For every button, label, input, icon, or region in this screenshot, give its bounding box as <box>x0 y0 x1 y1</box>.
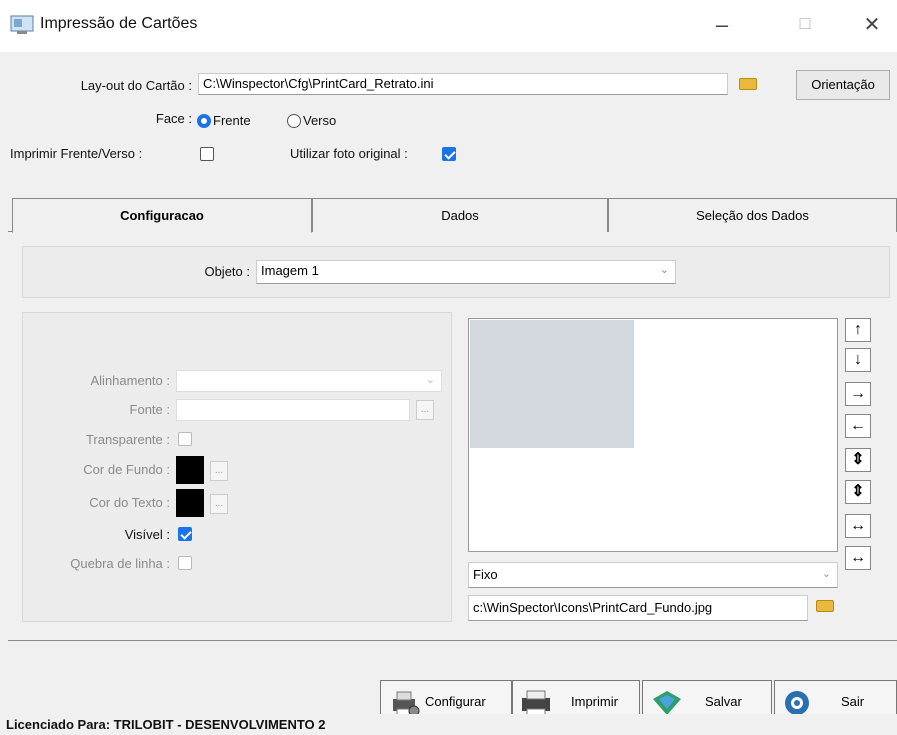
move-down-button[interactable]: ↓ <box>845 348 871 372</box>
chevron-down-icon: ⌄ <box>425 374 435 386</box>
move-right-button[interactable]: → <box>845 382 871 406</box>
exit-icon <box>785 691 809 715</box>
shrink-vertical-button[interactable]: ⇕ <box>845 480 871 504</box>
font-picker-button[interactable]: ... <box>416 400 434 420</box>
expand-horizontal-button[interactable]: ↔ <box>845 514 871 538</box>
visible-checkbox[interactable] <box>178 527 192 541</box>
bg-color-swatch[interactable] <box>176 456 204 484</box>
window-title: Impressão de Cartões <box>40 15 198 32</box>
position-mode-value: Fixo <box>473 567 498 582</box>
visible-label: Visível : <box>124 527 170 542</box>
close-button[interactable]: ✕ <box>852 10 892 40</box>
tab-selecao-dados[interactable]: Seleção dos Dados <box>608 198 897 232</box>
license-text: Licenciado Para: TRILOBIT - DESENVOLVIME… <box>6 717 326 732</box>
shrink-horizontal-button[interactable]: ↔ <box>845 546 871 570</box>
tab-dados[interactable]: Dados <box>312 198 608 232</box>
folder-open-icon[interactable] <box>816 600 834 612</box>
card-preview[interactable] <box>468 318 838 552</box>
text-color-picker-button[interactable]: ... <box>210 494 228 514</box>
bottom-divider <box>8 640 897 641</box>
bg-color-picker-button[interactable]: ... <box>210 461 228 481</box>
transparent-label: Transparente : <box>85 432 170 447</box>
move-left-button[interactable]: ← <box>845 414 871 438</box>
object-select-value: Imagem 1 <box>261 263 319 278</box>
original-photo-checkbox[interactable] <box>442 147 456 161</box>
move-up-button[interactable]: ↑ <box>845 318 871 342</box>
app-icon <box>10 15 34 35</box>
text-color-label: Cor do Texto : <box>89 495 170 510</box>
status-bar: Licenciado Para: TRILOBIT - DESENVOLVIME… <box>0 714 897 735</box>
transparent-checkbox[interactable] <box>178 432 192 446</box>
face-back-label: Verso <box>303 113 337 128</box>
layout-path-field[interactable]: C:\Winspector\Cfg\PrintCard_Retrato.ini <box>198 73 728 95</box>
alignment-label: Alinhamento : <box>90 373 171 388</box>
print-both-label: Imprimir Frente/Verso : <box>10 146 143 161</box>
maximize-button[interactable]: ☐ <box>785 10 825 40</box>
original-photo-label: Utilizar foto original : <box>290 146 408 161</box>
save-icon <box>653 691 681 715</box>
face-back-radio[interactable] <box>287 114 301 128</box>
tab-configuracao[interactable]: Configuracao <box>12 198 312 233</box>
expand-vertical-button[interactable]: ⇕ <box>845 448 871 472</box>
chevron-down-icon: ⌄ <box>821 568 831 580</box>
layout-label: Lay-out do Cartão : <box>80 78 192 93</box>
orientation-button[interactable]: Orientação <box>796 70 890 100</box>
bg-color-label: Cor de Fundo : <box>83 462 170 477</box>
exit-label: Sair <box>841 694 865 709</box>
face-front-radio[interactable] <box>197 114 211 128</box>
print-label: Imprimir <box>571 694 618 709</box>
face-front-label: Frente <box>213 113 251 128</box>
face-label: Face : <box>155 111 192 126</box>
save-label: Salvar <box>705 694 742 709</box>
minimize-button[interactable]: – <box>702 10 742 40</box>
chevron-down-icon: ⌄ <box>659 264 669 276</box>
image-placeholder[interactable] <box>470 320 634 448</box>
position-mode-select[interactable]: Fixo ⌄ <box>468 562 838 588</box>
line-break-label: Quebra de linha : <box>70 556 170 571</box>
alignment-select[interactable]: ⌄ <box>176 370 442 392</box>
print-both-checkbox[interactable] <box>200 147 214 161</box>
folder-open-icon[interactable] <box>739 78 757 90</box>
object-select[interactable]: Imagem 1 ⌄ <box>256 260 676 284</box>
object-label: Objeto : <box>204 264 250 279</box>
font-label: Fonte : <box>129 402 170 417</box>
image-path-field[interactable]: c:\WinSpector\Icons\PrintCard_Fundo.jpg <box>468 595 808 621</box>
line-break-checkbox[interactable] <box>178 556 192 570</box>
text-color-swatch[interactable] <box>176 489 204 517</box>
font-field[interactable] <box>176 399 410 421</box>
configure-label: Configurar <box>425 694 486 709</box>
